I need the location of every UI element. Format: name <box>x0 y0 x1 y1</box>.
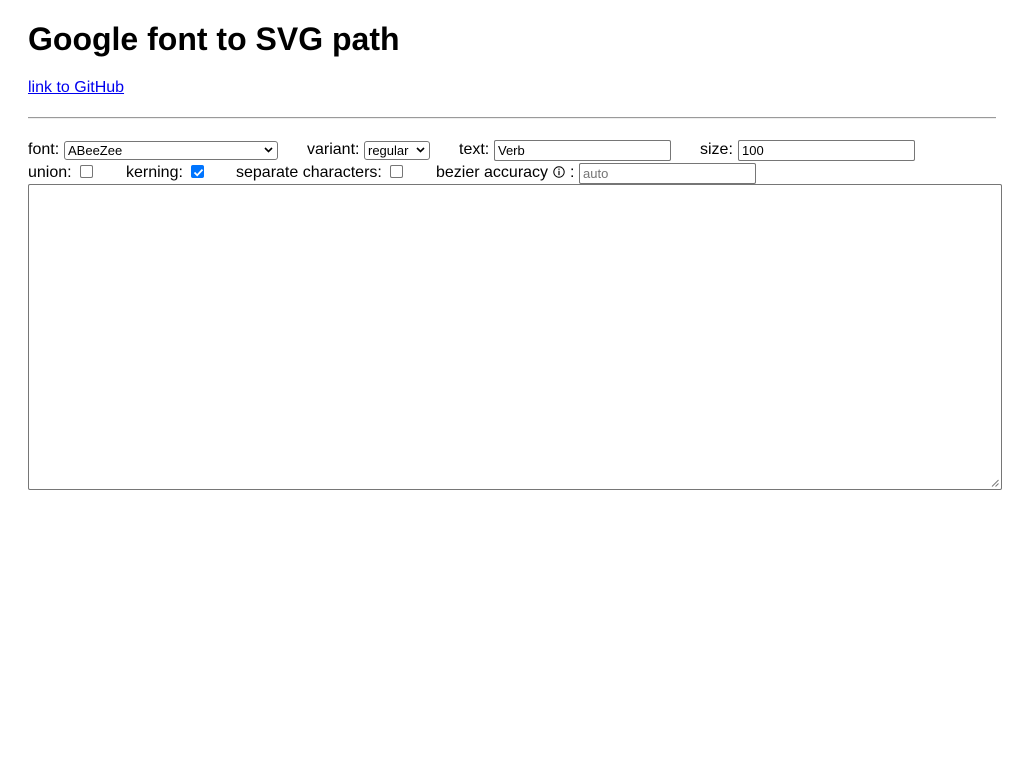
bezier-accuracy-colon: : <box>570 164 575 181</box>
text-label: text: <box>459 141 490 158</box>
page-title: Google font to SVG path <box>28 21 400 57</box>
variant-label: variant: <box>307 141 360 158</box>
resize-grip-icon[interactable] <box>991 479 999 487</box>
union-label: union: <box>28 164 72 181</box>
kerning-checkbox[interactable] <box>191 165 204 178</box>
checkmark-icon <box>193 168 204 177</box>
bezier-accuracy-input[interactable]: auto <box>579 163 756 184</box>
font-label: font: <box>28 141 60 158</box>
page: Google font to SVG path link to GitHub f… <box>0 0 1024 768</box>
info-icon[interactable] <box>553 166 565 178</box>
bezier-accuracy-label: bezier accuracy <box>436 164 549 181</box>
size-label: size: <box>700 141 733 158</box>
font-select[interactable]: ABeeZee <box>64 141 278 160</box>
separate-characters-checkbox[interactable] <box>390 165 403 178</box>
size-input[interactable]: 100 <box>738 140 915 161</box>
svg-output-textarea[interactable] <box>28 184 1002 490</box>
union-checkbox[interactable] <box>80 165 93 178</box>
font-select-value: ABeeZee <box>68 143 123 158</box>
text-input[interactable]: Verb <box>494 140 671 161</box>
github-link[interactable]: link to GitHub <box>28 79 124 97</box>
variant-select[interactable]: regular <box>364 141 430 160</box>
separate-characters-label: separate characters: <box>236 164 382 181</box>
kerning-label: kerning: <box>126 164 183 181</box>
chevron-down-icon <box>416 147 425 153</box>
variant-select-value: regular <box>368 143 409 158</box>
divider <box>28 117 996 119</box>
chevron-down-icon <box>264 147 273 153</box>
